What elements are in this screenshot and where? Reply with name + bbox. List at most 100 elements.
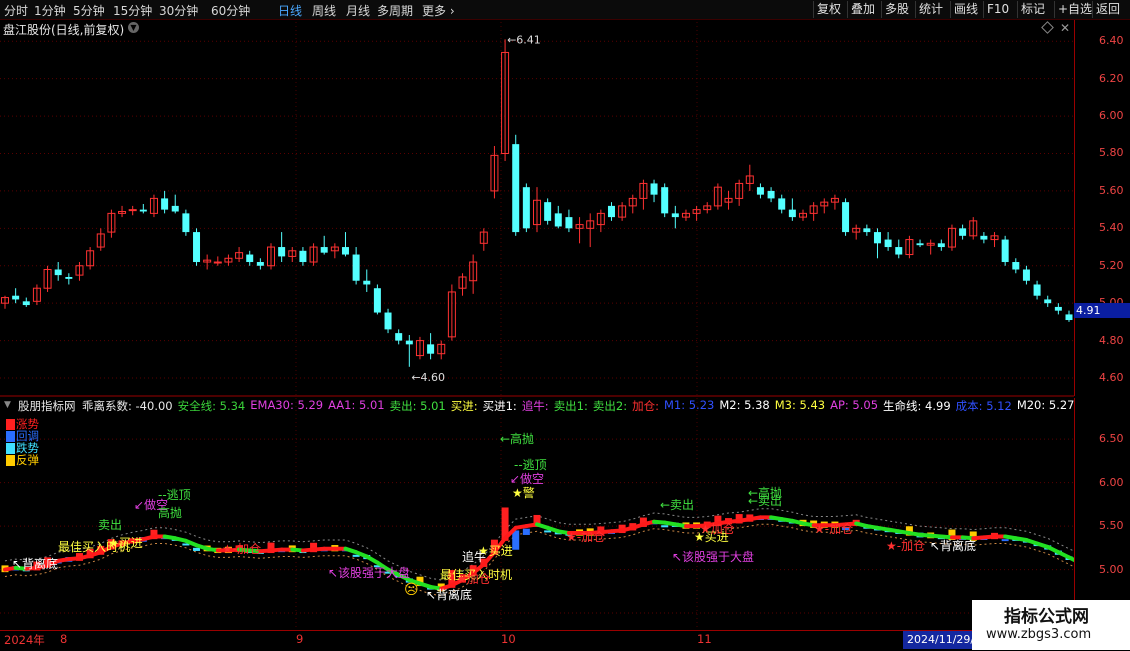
indicator-bar <box>193 547 201 551</box>
month-label: 9 <box>296 632 304 646</box>
indicator-value: M20: 5.27 <box>1016 398 1075 412</box>
indicator-value: AP: 5.05 <box>830 398 879 412</box>
candle-body <box>213 261 222 264</box>
indicator-dropdown-icon[interactable]: ▼ <box>4 400 11 410</box>
signal-label: ★加仓 <box>456 572 491 586</box>
candle-body <box>1033 284 1041 296</box>
indicator-value: 卖出1: <box>553 399 588 413</box>
indicator-tick-label: 6.00 <box>1099 475 1124 489</box>
candle-body <box>193 232 201 263</box>
legend-swatch <box>6 430 15 442</box>
signal-label: ★-加仓 <box>222 542 262 556</box>
legend-swatch <box>6 418 15 430</box>
watermark-url: www.zbgs3.com <box>986 627 1092 642</box>
indicator-value: M3: 5.43 <box>774 398 826 412</box>
candle-body <box>1012 262 1020 270</box>
candle-body <box>320 247 328 253</box>
month-label: 11 <box>697 632 712 646</box>
candle-body <box>1065 314 1073 321</box>
candle-body <box>246 254 254 263</box>
candle-body <box>405 340 413 345</box>
signal-label: ←卖出 <box>660 498 695 512</box>
indicator-value: 卖出: 5.01 <box>389 399 446 413</box>
price-tick-label: 5.40 <box>1099 221 1124 235</box>
candle-body <box>661 187 669 214</box>
candle-body <box>278 247 286 257</box>
candle-body <box>778 198 786 210</box>
candle-body <box>756 187 764 195</box>
price-axis: 6.406.206.005.805.605.405.205.004.804.60 <box>1074 20 1130 396</box>
signal-label: ★-加仓 <box>814 522 854 536</box>
indicator-tick-label: 5.00 <box>1099 562 1124 576</box>
candle-body <box>512 144 520 233</box>
legend-item: 反弹 <box>6 454 39 466</box>
current-price-badge: 4.91 <box>1074 303 1130 318</box>
signal-label: ★-加仓 <box>566 530 606 544</box>
price-tick-label: 4.80 <box>1099 333 1124 347</box>
candle-body <box>373 288 381 313</box>
candle-body <box>299 250 307 263</box>
year-label: 2024年 <box>4 633 45 647</box>
watermark-title: 指标公式网 <box>1004 607 1089 627</box>
candle-body <box>916 243 924 246</box>
candle-body <box>980 235 988 240</box>
signal-label: ↖该股强于大盘 <box>672 550 755 564</box>
indicator-value: 乖离系数: -40.00 <box>82 399 173 413</box>
price-tick-label: 6.40 <box>1099 34 1124 48</box>
signal-label: ↖背离底 <box>12 557 59 571</box>
signal-label: ↖背离底 <box>426 588 473 602</box>
candle-body <box>1054 306 1062 311</box>
price-tick-label: 5.60 <box>1099 183 1124 197</box>
legend-swatch <box>6 454 15 466</box>
candlestick-chart[interactable]: ←6.41 ←4.60 <box>0 0 1074 630</box>
candle-body <box>671 213 679 218</box>
candle-body <box>182 213 190 233</box>
candle-body <box>863 228 871 233</box>
candle-body <box>767 190 775 199</box>
candle-body <box>427 344 435 354</box>
signal-label: 高抛 <box>158 506 183 520</box>
price-tick-label: 5.80 <box>1099 146 1124 160</box>
indicator-legend: 涨势 回调 跌势 反弹 <box>6 418 39 466</box>
indicator-value: 加仓: <box>632 399 659 413</box>
indicator-bar <box>661 525 669 528</box>
month-label: 8 <box>60 632 68 646</box>
indicator-value: 成本: 5.12 <box>955 399 1012 413</box>
candle-body <box>607 205 615 218</box>
toolbar-button[interactable]: 返回 <box>1092 1 1123 18</box>
signal-label: --逃顶 <box>514 458 547 472</box>
candle-body <box>161 198 169 210</box>
price-tick-label: 6.20 <box>1099 71 1124 85</box>
low-price-label: ←4.60 <box>411 371 445 384</box>
price-tick-label: 5.20 <box>1099 258 1124 272</box>
candle-body <box>65 276 73 279</box>
candle-body <box>937 243 945 248</box>
candle-body <box>522 187 530 229</box>
candle-body <box>1001 239 1009 263</box>
candle-body <box>54 269 62 276</box>
candle-body <box>884 239 892 248</box>
candle-body <box>22 301 30 306</box>
signal-label: ★买进 <box>108 536 143 550</box>
indicator-value: 追牛: <box>521 399 549 413</box>
candle-body <box>128 209 137 212</box>
indicator-value: EMA30: 5.29 <box>250 398 324 412</box>
signal-label: ↖该股强于大盘 <box>328 566 411 580</box>
candle-body <box>395 333 403 341</box>
high-price-label: ←6.41 <box>507 33 541 46</box>
indicator-tick-label: 6.50 <box>1099 432 1124 446</box>
indicator-value: 安全线: 5.34 <box>177 399 246 413</box>
candle-body <box>352 254 360 281</box>
indicator-values-bar: ▼ 股朋指标网 乖离系数: -40.00 安全线: 5.34 EMA30: 5.29 AA… <box>0 397 1075 413</box>
candle-body <box>12 295 20 300</box>
price-tick-label: 4.60 <box>1099 371 1124 385</box>
candle-body <box>788 209 796 218</box>
indicator-value: 生命线: 4.99 <box>883 399 951 413</box>
price-tick-label: 6.00 <box>1099 109 1124 123</box>
indicator-tick-label: 5.50 <box>1099 519 1124 533</box>
signal-label: --逃顶 <box>158 488 191 502</box>
candle-body <box>139 209 147 212</box>
indicator-bar <box>1001 539 1009 542</box>
indicator-bar <box>512 530 520 550</box>
candle-body <box>565 217 573 229</box>
